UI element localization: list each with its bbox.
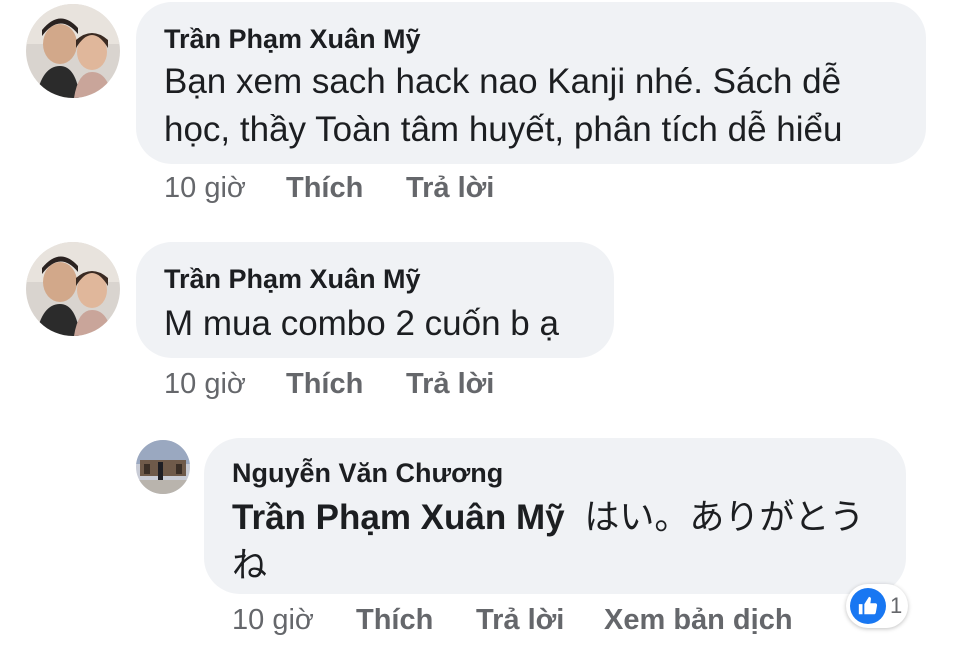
reply-button[interactable]: Trả lời <box>406 368 494 401</box>
reply-text: はい。ありがとう <box>584 498 865 537</box>
comment-text-line: M mua combo 2 cuốn b ạ <box>164 304 559 343</box>
like-button[interactable]: Thích <box>356 604 433 637</box>
reply-timestamp[interactable]: 10 giờ <box>232 604 314 637</box>
reply-button[interactable]: Trả lời <box>406 172 494 205</box>
reaction-badge[interactable]: 1 <box>846 584 908 628</box>
comment-author[interactable]: Trần Phạm Xuân Mỹ <box>164 24 421 55</box>
comment-timestamp[interactable]: 10 giờ <box>164 172 246 205</box>
reaction-count: 1 <box>890 593 903 618</box>
avatar-photo <box>26 242 120 336</box>
like-button[interactable]: Thích <box>286 368 363 401</box>
like-icon <box>850 588 886 624</box>
comment-author[interactable]: Trần Phạm Xuân Mỹ <box>164 264 421 295</box>
reply-author[interactable]: Nguyễn Văn Chương <box>232 458 503 489</box>
like-button[interactable]: Thích <box>286 172 363 205</box>
reply-text-line: ね <box>232 546 268 585</box>
reply-text-line: Trần Phạm Xuân Mỹ はい。ありがとう <box>232 494 864 542</box>
avatar[interactable] <box>26 4 120 98</box>
avatar[interactable] <box>26 242 120 336</box>
avatar-photo <box>26 4 120 98</box>
avatar-photo <box>136 440 190 494</box>
mention-link[interactable]: Trần Phạm Xuân Mỹ <box>232 498 565 537</box>
comment-text-line: Bạn xem sach hack nao Kanji nhé. Sách dễ <box>164 62 842 101</box>
comment-text-line: học, thầy Toàn tâm huyết, phân tích dễ h… <box>164 110 843 149</box>
comment-timestamp[interactable]: 10 giờ <box>164 368 246 401</box>
avatar[interactable] <box>136 440 190 494</box>
translate-button[interactable]: Xem bản dịch <box>604 604 793 637</box>
reply-button[interactable]: Trả lời <box>476 604 564 637</box>
